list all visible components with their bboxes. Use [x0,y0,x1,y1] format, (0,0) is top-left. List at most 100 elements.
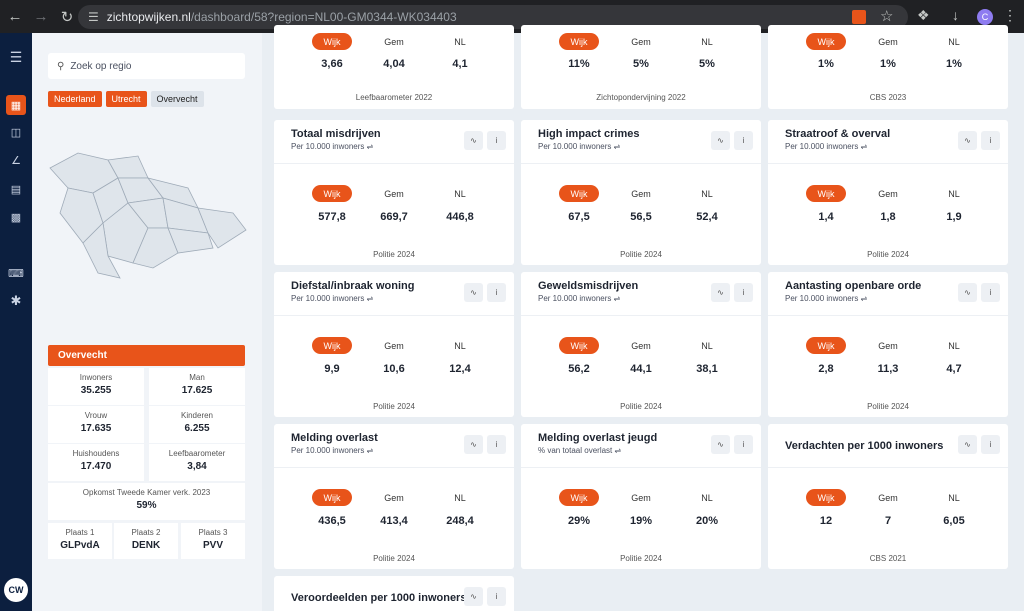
column-wijk-badge: Wijk [559,185,599,202]
search-box[interactable]: ⚲ [48,53,245,79]
card-header: Totaal misdrijven Per 10.000 inwoners ⇌ ∿ i [274,120,514,164]
trend-chart-icon[interactable]: ∿ [464,131,483,150]
card-subtitle: Per 10.000 inwoners ⇌ [538,142,621,151]
card-title: Veroordeelden per 1000 inwoners [291,592,467,604]
value-nl: 5% [699,58,715,70]
info-icon[interactable]: i [734,131,753,150]
trend-chart-icon[interactable]: ∿ [958,131,977,150]
card-header: Diefstal/inbraak woning Per 10.000 inwone… [274,272,514,316]
breadcrumb-nederland[interactable]: Nederland [48,91,102,107]
swap-icon[interactable]: ⇌ [861,142,868,151]
card-subtitle: Per 10.000 inwoners ⇌ [785,142,868,151]
card-source: Politie 2024 [373,250,415,259]
swap-icon[interactable]: ⇌ [614,294,621,303]
trend-chart-icon[interactable]: ∿ [711,283,730,302]
menu-kebab-icon[interactable]: ⋮ [1003,7,1017,24]
metric-card: Totaal misdrijven Per 10.000 inwoners ⇌ ∿ i… [274,120,514,265]
trend-chart-icon[interactable]: ∿ [958,283,977,302]
card-subtitle: Per 10.000 inwoners ⇌ [538,294,621,303]
keyboard-icon[interactable]: ⌨ [6,263,26,283]
value-wijk: 2,8 [818,363,834,375]
info-icon[interactable]: i [734,283,753,302]
breadcrumb-utrecht[interactable]: Utrecht [105,91,147,107]
stat-place-1: Plaats 1 GLPvdA [48,523,112,559]
value-wijk: 1% [818,58,834,70]
stat-man: Man 17.625 [149,368,245,405]
trend-chart-icon[interactable]: ∿ [711,131,730,150]
value-gem: 44,1 [630,363,652,375]
breadcrumb-overvecht[interactable]: Overvecht [150,91,204,107]
value-wijk: 9,9 [324,363,340,375]
building-icon[interactable]: ▩ [6,207,26,227]
card-subtitle: Per 10.000 inwoners ⇌ [291,142,374,151]
info-icon[interactable]: i [487,587,506,606]
dashboard-icon[interactable]: ▦ [6,95,26,115]
value-gem: 7 [884,515,892,527]
swap-icon[interactable]: ⇌ [367,446,374,455]
metric-card: Wijk Gem NL 11% 5% 5% Zichtopondervijning 2022 [521,25,761,109]
card-subtitle: % van totaal overlast ⇌ [538,446,622,455]
metric-card: Veroordeelden per 1000 inwoners ∿ i [274,576,514,611]
value-gem: 413,4 [380,515,408,527]
value-nl: 12,4 [449,363,471,375]
info-icon[interactable]: i [981,435,1000,454]
hamburger-menu-icon[interactable]: ☰ [6,47,26,67]
trend-chart-icon[interactable]: ∿ [464,587,483,606]
swap-icon[interactable]: ⇌ [367,294,374,303]
stat-vrouw: Vrouw 17.635 [48,406,144,443]
value-wijk: 56,2 [568,363,590,375]
info-icon[interactable]: i [487,131,506,150]
swap-icon[interactable]: ⇌ [614,142,621,151]
info-icon[interactable]: i [487,283,506,302]
trend-chart-icon[interactable]: ∿ [464,283,483,302]
swap-icon[interactable]: ⇌ [615,446,622,455]
trend-chart-icon[interactable]: ∿ [958,435,977,454]
value-wijk: 436,5 [318,515,346,527]
region-map[interactable] [48,148,248,288]
info-icon[interactable]: i [981,283,1000,302]
download-icon[interactable]: ↓ [952,7,959,23]
card-source: Politie 2024 [867,402,909,411]
trend-chart-icon[interactable]: ∿ [711,435,730,454]
profile-avatar[interactable]: C [977,9,993,25]
value-gem: 669,7 [380,211,408,223]
metric-card: Straatroof & overval Per 10.000 inwoners … [768,120,1008,265]
back-icon[interactable]: ← [4,6,26,28]
extension-icon[interactable] [852,10,866,24]
extensions-puzzle-icon[interactable]: ❖ [917,7,930,24]
column-wijk-badge: Wijk [806,489,846,506]
stat-place-3: Plaats 3 PVV [181,523,245,559]
info-icon[interactable]: i [981,131,1000,150]
chart-icon[interactable]: ∠ [6,150,26,170]
card-title: High impact crimes [538,128,640,140]
document-icon[interactable]: ▤ [6,179,26,199]
column-wijk-badge: Wijk [559,337,599,354]
forward-icon[interactable]: → [30,6,52,28]
column-gem-label: Gem [878,37,898,47]
metric-card: Melding overlast Per 10.000 inwoners ⇌ ∿ i W… [274,424,514,569]
card-header: Aantasting openbare orde Per 10.000 inwon… [768,272,1008,316]
reload-icon[interactable]: ↻ [56,6,78,28]
value-nl: 6,05 [943,515,965,527]
info-icon[interactable]: i [734,435,753,454]
accessibility-icon[interactable]: ✱ [6,291,26,311]
value-nl: 4,1 [452,58,468,70]
site-info-icon[interactable]: ☰ [88,10,99,24]
value-gem: 4,04 [383,58,405,70]
swap-icon[interactable]: ⇌ [861,294,868,303]
swap-icon[interactable]: ⇌ [367,142,374,151]
columns-icon[interactable]: ◫ [6,122,26,142]
bookmark-star-icon[interactable]: ☆ [880,7,893,25]
card-header: Verdachten per 1000 inwoners ∿ i [768,424,1008,468]
search-input[interactable] [70,60,231,72]
card-header: Melding overlast Per 10.000 inwoners ⇌ ∿ i [274,424,514,468]
trend-chart-icon[interactable]: ∿ [464,435,483,454]
column-nl-label: NL [948,189,960,199]
metric-card: Aantasting openbare orde Per 10.000 inwon… [768,272,1008,417]
info-icon[interactable]: i [487,435,506,454]
column-wijk-badge: Wijk [312,185,352,202]
card-header: Melding overlast jeugd % van totaal overl… [521,424,761,468]
value-nl: 20% [695,515,719,527]
column-gem-label: Gem [878,493,898,503]
user-avatar[interactable]: CW [4,578,28,602]
